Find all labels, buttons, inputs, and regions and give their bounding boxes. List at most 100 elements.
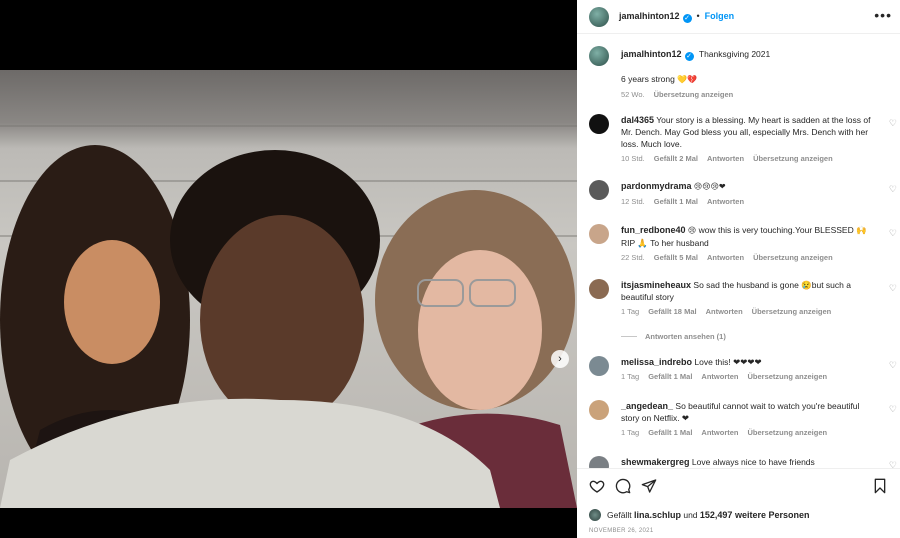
like-heart-icon[interactable]: ♡	[889, 228, 897, 239]
owner-username[interactable]: jamalhinton12	[619, 11, 680, 21]
reply-button[interactable]: Antworten	[707, 154, 744, 163]
reply-button[interactable]: Antworten	[707, 197, 744, 206]
comment-text: Love always nice to have friends	[691, 457, 815, 467]
reply-button[interactable]: Antworten	[701, 372, 738, 381]
verified-badge-icon: ✓	[684, 52, 694, 61]
translate-link[interactable]: Übersetzung anzeigen	[748, 372, 828, 381]
liked-count[interactable]: 152,497 weitere Personen	[700, 510, 810, 520]
like-heart-icon[interactable]: ♡	[889, 118, 897, 129]
translate-link[interactable]: Übersetzung anzeigen	[748, 428, 828, 437]
comment-content: pardonmydrama 😢😢😢❤ 12 Std. Gefällt 1 Mal A…	[621, 180, 877, 208]
post-actions: Gefällt lina.schlup und 152,497 weitere …	[577, 468, 900, 538]
comment-lead-emoji: 😢	[687, 226, 697, 235]
separator-dot: •	[696, 10, 700, 21]
comment-content: dal4365 Your story is a blessing. My hea…	[621, 114, 877, 165]
liked-suffix: und	[683, 510, 698, 520]
comment-likes[interactable]: Gefällt 1 Mal	[648, 372, 692, 381]
comment-username[interactable]: fun_redbone40	[621, 225, 686, 235]
avatar[interactable]	[589, 509, 601, 521]
reply-button[interactable]: Antworten	[701, 428, 738, 437]
bookmark-icon[interactable]	[872, 478, 888, 494]
comment-username[interactable]: melissa_indrebo	[621, 357, 692, 367]
view-replies-button[interactable]: Antworten ansehen (1)	[621, 332, 726, 341]
comment-text: Your story is a blessing. My heart is sa…	[621, 115, 871, 149]
instagram-post-view: › jamalhinton12 ✓ • Folgen ••• jamalhinton1…	[0, 0, 900, 538]
translate-link[interactable]: Übersetzung anzeigen	[753, 253, 833, 262]
replies-divider	[621, 336, 637, 337]
comment-meta: 10 Std. Gefällt 2 Mal Antworten Übersetzung…	[621, 153, 877, 165]
translate-link[interactable]: Übersetzung anzeigen	[753, 154, 833, 163]
comment-age[interactable]: 1 Tag	[621, 372, 639, 381]
like-heart-icon[interactable]: ♡	[889, 360, 897, 371]
liked-prefix: Gefällt	[607, 510, 632, 520]
avatar[interactable]	[589, 180, 609, 200]
chevron-right-icon[interactable]: ›	[551, 350, 569, 368]
caption-content: jamalhinton12 ✓ Thanksgiving 2021 6 years…	[621, 48, 877, 101]
reply-button[interactable]: Antworten	[707, 253, 744, 262]
post-photo[interactable]: ›	[0, 70, 577, 508]
more-options-icon[interactable]: •••	[874, 8, 892, 22]
translate-link[interactable]: Übersetzung anzeigen	[654, 90, 734, 99]
comment-content: fun_redbone40 😢 wow this is very touchin…	[621, 224, 877, 264]
comments-list[interactable]: jamalhinton12 ✓ Thanksgiving 2021 6 years…	[577, 34, 900, 468]
avatar[interactable]	[589, 114, 609, 134]
person-left-face	[64, 240, 160, 364]
liked-by: Gefällt lina.schlup und 152,497 weitere …	[589, 509, 809, 521]
avatar[interactable]	[589, 279, 609, 299]
comment-age[interactable]: 22 Std.	[621, 253, 645, 262]
comment-meta: 12 Std. Gefällt 1 Mal Antworten	[621, 196, 877, 208]
comment-age[interactable]: 1 Tag	[621, 307, 639, 316]
post-header: jamalhinton12 ✓ • Folgen •••	[577, 0, 900, 34]
owner-line: jamalhinton12 ✓ • Folgen	[619, 11, 734, 23]
avatar[interactable]	[589, 456, 609, 468]
like-heart-icon[interactable]: ♡	[889, 283, 897, 294]
comment-username[interactable]: shewmakergreg	[621, 457, 690, 467]
avatar[interactable]	[589, 400, 609, 420]
comment-icon[interactable]	[615, 478, 631, 494]
avatar[interactable]	[589, 356, 609, 376]
comment-username[interactable]: _angedean_	[621, 401, 673, 411]
verified-badge-icon: ✓	[682, 13, 692, 23]
comment-meta: 1 Tag Gefällt 1 Mal Antworten Übersetzung a…	[621, 371, 877, 383]
caption-age[interactable]: 52 Wo.	[621, 90, 645, 99]
comment-likes[interactable]: Gefällt 2 Mal	[654, 154, 698, 163]
post-media: ›	[0, 0, 577, 538]
post-sidebar: jamalhinton12 ✓ • Folgen ••• jamalhinton12 ✓…	[577, 0, 900, 538]
caption-body: 6 years strong	[621, 74, 675, 84]
liked-user[interactable]: lina.schlup	[634, 510, 681, 520]
like-heart-icon[interactable]: ♡	[889, 184, 897, 195]
comment-content: _angedean_ So beautiful cannot wait to w…	[621, 400, 877, 439]
comment-username[interactable]: pardonmydrama	[621, 181, 692, 191]
comment-likes[interactable]: Gefällt 18 Mal	[648, 307, 696, 316]
comment-likes[interactable]: Gefällt 1 Mal	[648, 428, 692, 437]
share-icon[interactable]	[641, 478, 657, 494]
caption-emojis: 💛💔	[677, 75, 698, 84]
comment-meta: 22 Std. Gefällt 5 Mal Antworten Übersetzung…	[621, 252, 877, 264]
like-heart-icon[interactable]: ♡	[889, 404, 897, 415]
comment-username[interactable]: itsjasmineheaux	[621, 280, 691, 290]
avatar[interactable]	[589, 224, 609, 244]
heart-icon[interactable]	[589, 478, 605, 494]
caption-title: Thanksgiving 2021	[698, 49, 771, 59]
comment-likes[interactable]: Gefällt 1 Mal	[654, 197, 698, 206]
comment-meta: 1 Tag Gefällt 18 Mal Antworten Übersetzung …	[621, 306, 877, 318]
caption-username[interactable]: jamalhinton12	[621, 49, 682, 59]
translate-link[interactable]: Übersetzung anzeigen	[752, 307, 832, 316]
avatar[interactable]	[589, 6, 609, 27]
like-heart-icon[interactable]: ♡	[889, 460, 897, 468]
comment-age[interactable]: 10 Std.	[621, 154, 645, 163]
comment-content: melissa_indrebo Love this! ❤❤❤❤ 1 Tag Gef…	[621, 356, 877, 383]
comment-content: itsjasmineheaux So sad the husband is go…	[621, 279, 877, 318]
comment-age[interactable]: 12 Std.	[621, 197, 645, 206]
follow-button[interactable]: Folgen	[705, 11, 735, 21]
view-replies-label: Antworten ansehen (1)	[645, 332, 726, 341]
reply-button[interactable]: Antworten	[706, 307, 743, 316]
comment-username[interactable]: dal4365	[621, 115, 654, 125]
post-date[interactable]: NOVEMBER 26, 2021	[589, 528, 653, 534]
comment-content: shewmakergreg Love always nice to have f…	[621, 456, 877, 468]
comment-age[interactable]: 1 Tag	[621, 428, 639, 437]
person-center-face	[200, 215, 364, 425]
comment-text: Love this! ❤❤❤❤	[694, 357, 762, 367]
comment-likes[interactable]: Gefällt 5 Mal	[654, 253, 698, 262]
avatar[interactable]	[589, 46, 609, 66]
